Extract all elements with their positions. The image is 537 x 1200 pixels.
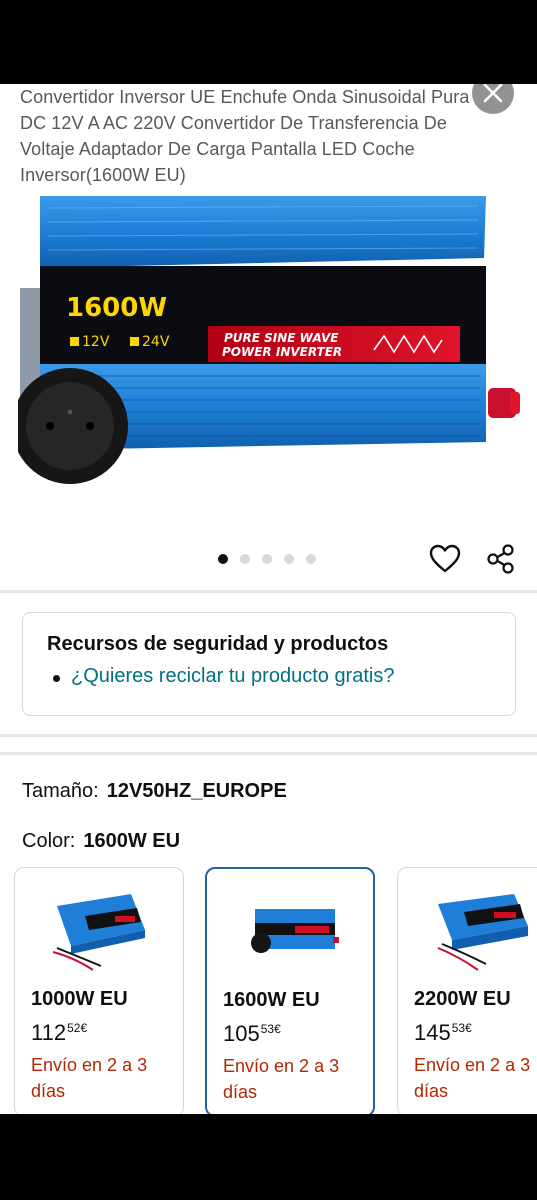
variant-shipping: Envío en 2 a 3 días xyxy=(414,1055,531,1101)
variant-image xyxy=(437,894,528,971)
variant-card-2200w[interactable]: 2200W EU 14553€ Envío en 2 a 3 días xyxy=(397,867,537,1114)
section-divider xyxy=(0,752,537,755)
variant-shipping: Envío en 2 a 3 días xyxy=(223,1056,340,1102)
safety-title: Recursos de seguridad y productos xyxy=(47,633,389,655)
share-icon xyxy=(487,544,514,574)
variant-card-1600w[interactable]: 1600W EU 10553€ Envío en 2 a 3 días xyxy=(205,867,375,1114)
variant-name: 1000W EU xyxy=(31,988,128,1010)
variant-image xyxy=(251,909,339,953)
variant-name: 2200W EU xyxy=(414,988,511,1010)
carousel-dot[interactable] xyxy=(218,554,228,564)
image-banner-line1: PURE SINE WAVE xyxy=(224,331,339,345)
safety-resources-card: Recursos de seguridad y productos ¿Quier… xyxy=(22,612,516,716)
image-banner-line2: POWER INVERTER xyxy=(222,345,342,359)
image-wattage-text: 1600W xyxy=(66,293,167,323)
heart-icon xyxy=(429,544,461,573)
variant-name: 1600W EU xyxy=(223,989,320,1011)
image-12v-text: 12V xyxy=(82,334,110,350)
bullet-icon xyxy=(53,675,60,682)
carousel-dot[interactable] xyxy=(306,554,316,564)
product-title: Convertidor Inversor UE Enchufe Onda Sin… xyxy=(20,87,470,185)
size-selector[interactable]: Tamaño: 12V50HZ_EUROPE xyxy=(22,780,287,803)
image-24v-text: 24V xyxy=(142,334,170,350)
color-value: 1600W EU xyxy=(83,830,181,852)
variant-price: 10553€ xyxy=(223,1021,281,1046)
navigation-bar-area xyxy=(0,1114,537,1200)
variant-card-1000w[interactable]: 1000W EU 11252€ Envío en 2 a 3 días xyxy=(14,867,184,1114)
section-divider xyxy=(0,734,537,737)
color-label: Color: xyxy=(22,830,76,852)
product-page: Convertidor Inversor UE Enchufe Onda Sin… xyxy=(0,84,537,1114)
variant-price: 11252€ xyxy=(31,1020,88,1045)
variant-price: 14553€ xyxy=(414,1020,472,1045)
share-button[interactable] xyxy=(484,542,518,576)
size-label: Tamaño: xyxy=(22,780,99,802)
status-bar-area xyxy=(0,0,537,84)
recycle-link[interactable]: ¿Quieres reciclar tu producto gratis? xyxy=(71,665,394,688)
carousel-dots xyxy=(218,554,316,564)
variant-shipping: Envío en 2 a 3 días xyxy=(31,1055,148,1101)
carousel-dot[interactable] xyxy=(240,554,250,564)
product-image[interactable]: 1600W 12V 24V PURE SINE WAVE POWER INVER… xyxy=(18,188,526,508)
color-selector: Color: 1600W EU xyxy=(22,830,180,853)
wishlist-button[interactable] xyxy=(428,542,462,576)
size-value: 12V50HZ_EUROPE xyxy=(106,780,287,802)
section-divider xyxy=(0,590,537,593)
carousel-dot[interactable] xyxy=(262,554,272,564)
variant-image xyxy=(52,894,145,971)
carousel-dot[interactable] xyxy=(284,554,294,564)
close-icon xyxy=(483,84,503,103)
